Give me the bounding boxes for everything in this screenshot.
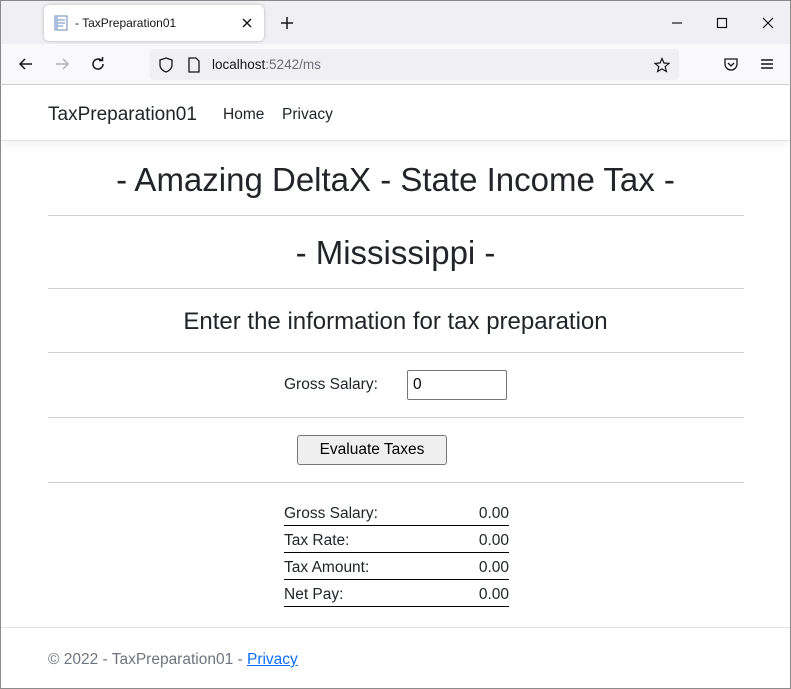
result-row-net-pay: Net Pay: 0.00: [284, 580, 509, 607]
web-page: TaxPreparation01 Home Privacy - Amazing …: [0, 85, 791, 689]
result-value: 0.00: [478, 532, 509, 549]
evaluate-taxes-button[interactable]: Evaluate Taxes: [297, 435, 447, 465]
hamburger-menu-icon[interactable]: [757, 54, 777, 74]
url-bar[interactable]: localhost:5242/ms: [150, 49, 679, 80]
result-value: 0.00: [478, 505, 509, 522]
brand-link[interactable]: TaxPreparation01: [48, 104, 197, 126]
footer-copyright: © 2022 - TaxPreparation01 -: [48, 651, 247, 668]
result-label: Tax Amount:: [284, 559, 370, 576]
footer-privacy-link[interactable]: Privacy: [247, 651, 298, 668]
page-title: - Amazing DeltaX - State Income Tax -: [116, 161, 675, 198]
nav-link-privacy[interactable]: Privacy: [282, 106, 333, 124]
shield-icon[interactable]: [157, 56, 175, 74]
browser-tab[interactable]: - TaxPreparation01: [44, 5, 264, 41]
gross-salary-input[interactable]: [407, 370, 507, 400]
new-tab-icon[interactable]: [277, 13, 297, 33]
result-label: Net Pay:: [284, 586, 344, 603]
browser-toolbar: localhost:5242/ms: [0, 44, 791, 85]
result-value: 0.00: [478, 559, 509, 576]
footer: © 2022 - TaxPreparation01 - Privacy: [1, 627, 790, 688]
browser-tabstrip: - TaxPreparation01: [0, 0, 791, 44]
result-label: Gross Salary:: [284, 505, 378, 522]
url-host: localhost: [212, 57, 266, 72]
site-navbar: TaxPreparation01 Home Privacy: [1, 85, 790, 141]
document-icon: [53, 15, 69, 31]
divider: [48, 417, 744, 418]
reload-icon[interactable]: [88, 54, 108, 74]
star-icon[interactable]: [653, 56, 671, 74]
gross-salary-label: Gross Salary:: [284, 376, 378, 393]
page-info-icon[interactable]: [185, 56, 203, 74]
close-icon[interactable]: [239, 15, 255, 31]
divider: [48, 288, 744, 289]
state-heading: - Mississippi -: [295, 234, 496, 271]
result-value: 0.00: [478, 586, 509, 603]
results-table: Gross Salary: 0.00 Tax Rate: 0.00 Tax Am…: [284, 499, 509, 607]
arrow-left-icon[interactable]: [16, 54, 36, 74]
result-row-gross-salary: Gross Salary: 0.00: [284, 499, 509, 526]
footer-text: © 2022 - TaxPreparation01 - Privacy: [48, 651, 298, 669]
divider: [48, 482, 744, 483]
url-path: :5242/ms: [265, 57, 321, 72]
tab-title: - TaxPreparation01: [75, 16, 177, 30]
minimize-icon[interactable]: [667, 13, 687, 33]
pocket-icon[interactable]: [721, 54, 741, 74]
nav-link-home[interactable]: Home: [223, 106, 264, 124]
arrow-right-icon[interactable]: [52, 54, 72, 74]
result-row-tax-amount: Tax Amount: 0.00: [284, 553, 509, 580]
result-row-tax-rate: Tax Rate: 0.00: [284, 526, 509, 553]
window-close-icon[interactable]: [758, 13, 778, 33]
maximize-icon[interactable]: [712, 13, 732, 33]
form-subtitle: Enter the information for tax preparatio…: [183, 308, 608, 335]
divider: [48, 352, 744, 353]
divider: [48, 215, 744, 216]
result-label: Tax Rate:: [284, 532, 350, 549]
url-text: localhost:5242/ms: [212, 57, 321, 72]
